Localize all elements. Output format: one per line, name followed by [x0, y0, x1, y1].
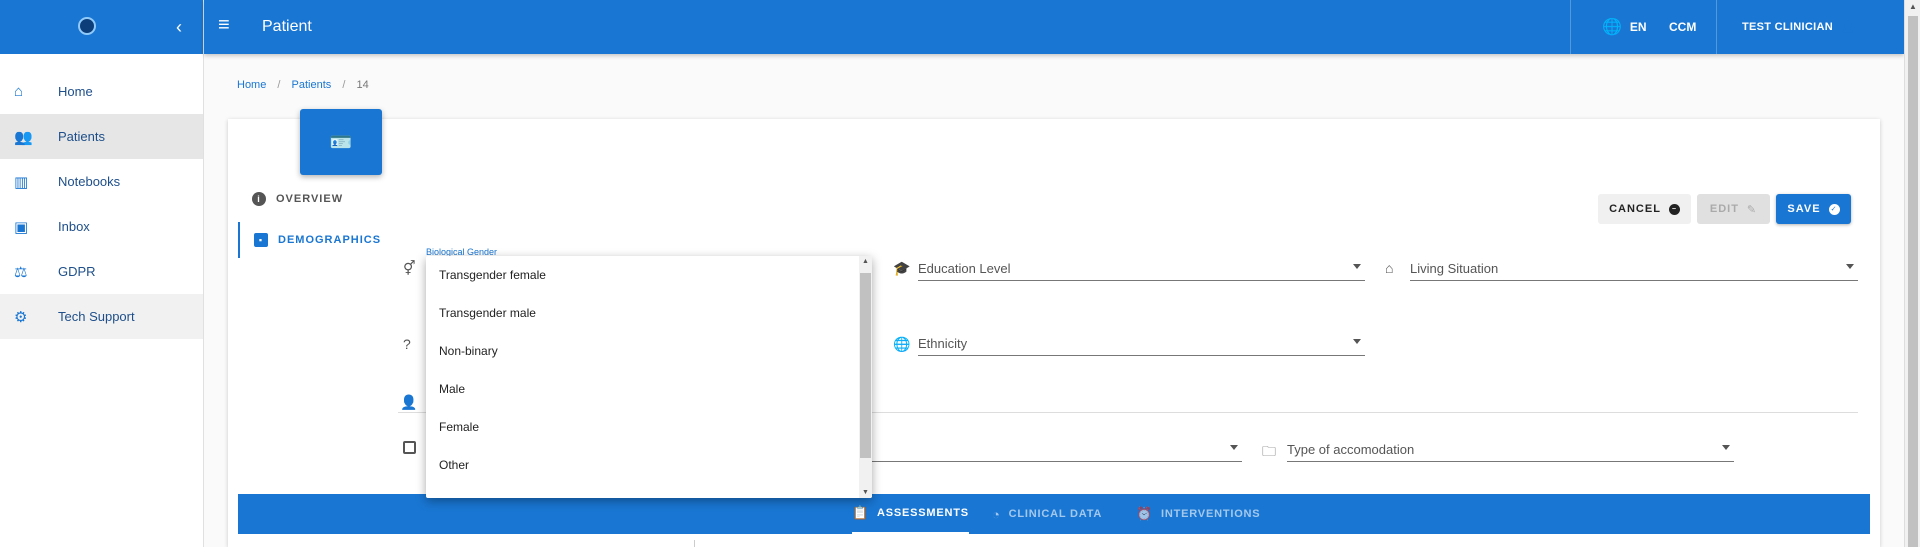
divider: [694, 540, 695, 547]
top-app-bar: ≡ Patient 🌐 EN CCM TEST CLINICIAN 👤: [204, 0, 1904, 54]
sidebar: ‹ ⌂ Home 👥 Patients ▥ Notebooks ▣ Inbox …: [0, 0, 204, 547]
edit-button[interactable]: EDIT ✎: [1697, 194, 1770, 224]
school-icon: 🎓: [893, 260, 911, 276]
home-icon: ⌂: [14, 83, 24, 100]
app-logo: [78, 17, 96, 35]
check-circle-icon: ✓: [1828, 203, 1840, 215]
pencil-icon: ✎: [1746, 203, 1758, 216]
sidebar-item-label: Notebooks: [58, 174, 121, 189]
ccm-button[interactable]: CCM: [1669, 20, 1696, 34]
sidebar-item-label: Home: [58, 84, 93, 99]
dropdown-option[interactable]: Non-binary: [426, 332, 872, 370]
tab-overview[interactable]: i OVERVIEW: [252, 192, 343, 206]
sidebar-item-label: Patients: [58, 129, 105, 144]
scroll-up-arrow-icon[interactable]: ▲: [1909, 2, 1917, 11]
sidebar-item-gdpr[interactable]: ⚖ GDPR: [0, 249, 203, 294]
sidebar-item-inbox[interactable]: ▣ Inbox: [0, 204, 203, 249]
dropdown-scrollbar[interactable]: ▲ ▼: [859, 256, 872, 498]
person-list-icon: 👤: [400, 394, 418, 410]
gender-icon: ⚥: [403, 260, 416, 276]
sidebar-header: ‹: [0, 0, 203, 54]
id-card-icon: 🪪: [300, 109, 382, 175]
dropdown-option[interactable]: Male: [426, 370, 872, 408]
sidebar-item-tech-support[interactable]: ⚙ Tech Support: [0, 294, 203, 339]
dropdown-option[interactable]: Transgender male: [426, 294, 872, 332]
clipboard-icon: 📋: [852, 505, 869, 520]
page-scrollbar[interactable]: ▲: [1904, 0, 1920, 547]
dropdown-option[interactable]: Transgender female: [426, 256, 872, 294]
tab-interventions[interactable]: ⏰ INTERVENTIONS: [1136, 494, 1260, 534]
sidebar-item-label: Inbox: [58, 219, 90, 234]
chevron-down-icon: [1722, 445, 1730, 450]
help-icon: ?: [403, 336, 411, 352]
tab-clinical-data[interactable]: ◔ CLINICAL DATA: [992, 494, 1102, 534]
biological-gender-dropdown[interactable]: Transgender female Transgender male Non-…: [426, 256, 872, 498]
home-icon: ⌂: [1385, 260, 1394, 276]
dropdown-option[interactable]: Female: [426, 408, 872, 446]
bottom-tab-bar: 📋 ASSESSMENTS ◔ CLINICAL DATA ⏰ INTERVEN…: [238, 494, 1870, 534]
sidebar-item-patients[interactable]: 👥 Patients: [0, 114, 203, 159]
breadcrumb-current: 14: [356, 79, 369, 91]
scroll-down-arrow-icon[interactable]: ▼: [862, 489, 869, 496]
bar-chart-icon: ▥: [14, 173, 29, 191]
folder-home-icon: 🗀: [1262, 443, 1276, 459]
education-level-select[interactable]: Education Level: [918, 255, 1365, 281]
person-icon: 👤: [1840, 21, 1855, 33]
menu-icon[interactable]: ≡: [218, 15, 230, 35]
collapse-sidebar-icon[interactable]: ‹: [176, 18, 182, 36]
divider: [1716, 0, 1717, 54]
save-button[interactable]: SAVE ✓: [1776, 194, 1851, 224]
badge-icon: ▪: [254, 233, 268, 247]
scroll-up-arrow-icon[interactable]: ▲: [862, 258, 869, 265]
support-icon: ⚙: [14, 308, 28, 326]
checkbox[interactable]: [403, 441, 416, 454]
cancel-button[interactable]: CANCEL −: [1598, 194, 1691, 224]
minus-circle-icon: −: [1668, 203, 1680, 215]
breadcrumb-home[interactable]: Home: [237, 79, 266, 91]
scrollbar-thumb[interactable]: [860, 273, 871, 458]
chevron-down-icon: [1353, 264, 1361, 269]
divider: [1570, 0, 1571, 54]
sidebar-item-label: GDPR: [58, 264, 96, 279]
alarm-icon: ⏰: [1136, 506, 1153, 521]
sidebar-item-notebooks[interactable]: ▥ Notebooks: [0, 159, 203, 204]
chevron-down-icon: [1846, 264, 1854, 269]
chevron-down-icon: [1353, 339, 1361, 344]
sidebar-item-label: Tech Support: [58, 309, 135, 324]
gavel-icon: ⚖: [14, 263, 28, 281]
breadcrumb-patients[interactable]: Patients: [292, 79, 332, 91]
scrollbar-thumb[interactable]: [1908, 16, 1918, 547]
tab-assessments[interactable]: 📋 ASSESSMENTS: [852, 494, 969, 534]
inbox-icon: ▣: [14, 218, 29, 236]
language-selector[interactable]: 🌐 EN: [1602, 17, 1647, 37]
gauge-icon: ◔: [992, 506, 1001, 522]
page-title: Patient: [262, 18, 312, 35]
chevron-down-icon: [1230, 445, 1238, 450]
info-icon: i: [252, 192, 266, 206]
ethnicity-select[interactable]: Ethnicity: [918, 330, 1365, 356]
globe-icon: 🌐: [1602, 19, 1622, 36]
people-icon: 👥: [14, 128, 33, 146]
living-situation-select[interactable]: Living Situation: [1410, 255, 1858, 281]
tab-demographics[interactable]: ▪ DEMOGRAPHICS: [238, 222, 381, 258]
user-menu[interactable]: TEST CLINICIAN 👤: [1742, 20, 1855, 34]
sidebar-item-home[interactable]: ⌂ Home: [0, 69, 203, 114]
accommodation-type-select[interactable]: Type of accomodation: [1287, 436, 1734, 462]
breadcrumb: Home / Patients / 14: [237, 79, 369, 91]
dropdown-option[interactable]: Other: [426, 446, 872, 484]
select-field[interactable]: [872, 436, 1242, 462]
globe-icon: 🌐: [893, 336, 911, 352]
